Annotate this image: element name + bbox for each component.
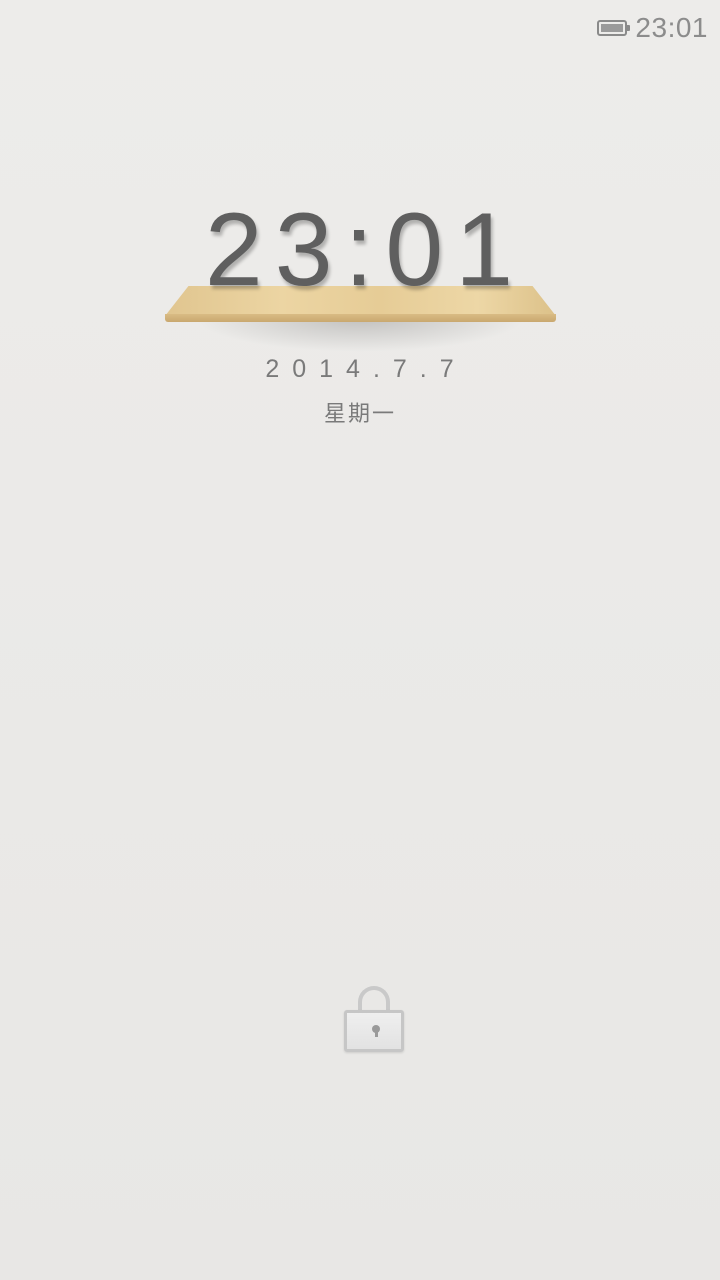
lockscreen-date: 2014.7.7 (265, 355, 467, 383)
status-bar: 23:01 (597, 8, 708, 48)
lockscreen-clock: 23:01 (204, 192, 526, 308)
shelf-shadow (195, 318, 525, 352)
lockscreen-weekday: 星期一 (323, 402, 396, 427)
lock-screen: 23:01 23:01 2014.7.7 星期一 (0, 0, 720, 1280)
lock-body (344, 1010, 404, 1052)
lock-icon[interactable] (344, 986, 404, 1052)
keyhole-icon (372, 1025, 380, 1037)
battery-icon (597, 20, 631, 36)
shelf-edge (165, 314, 556, 322)
status-bar-time: 23:01 (635, 12, 708, 43)
battery-level-fill (601, 24, 624, 32)
